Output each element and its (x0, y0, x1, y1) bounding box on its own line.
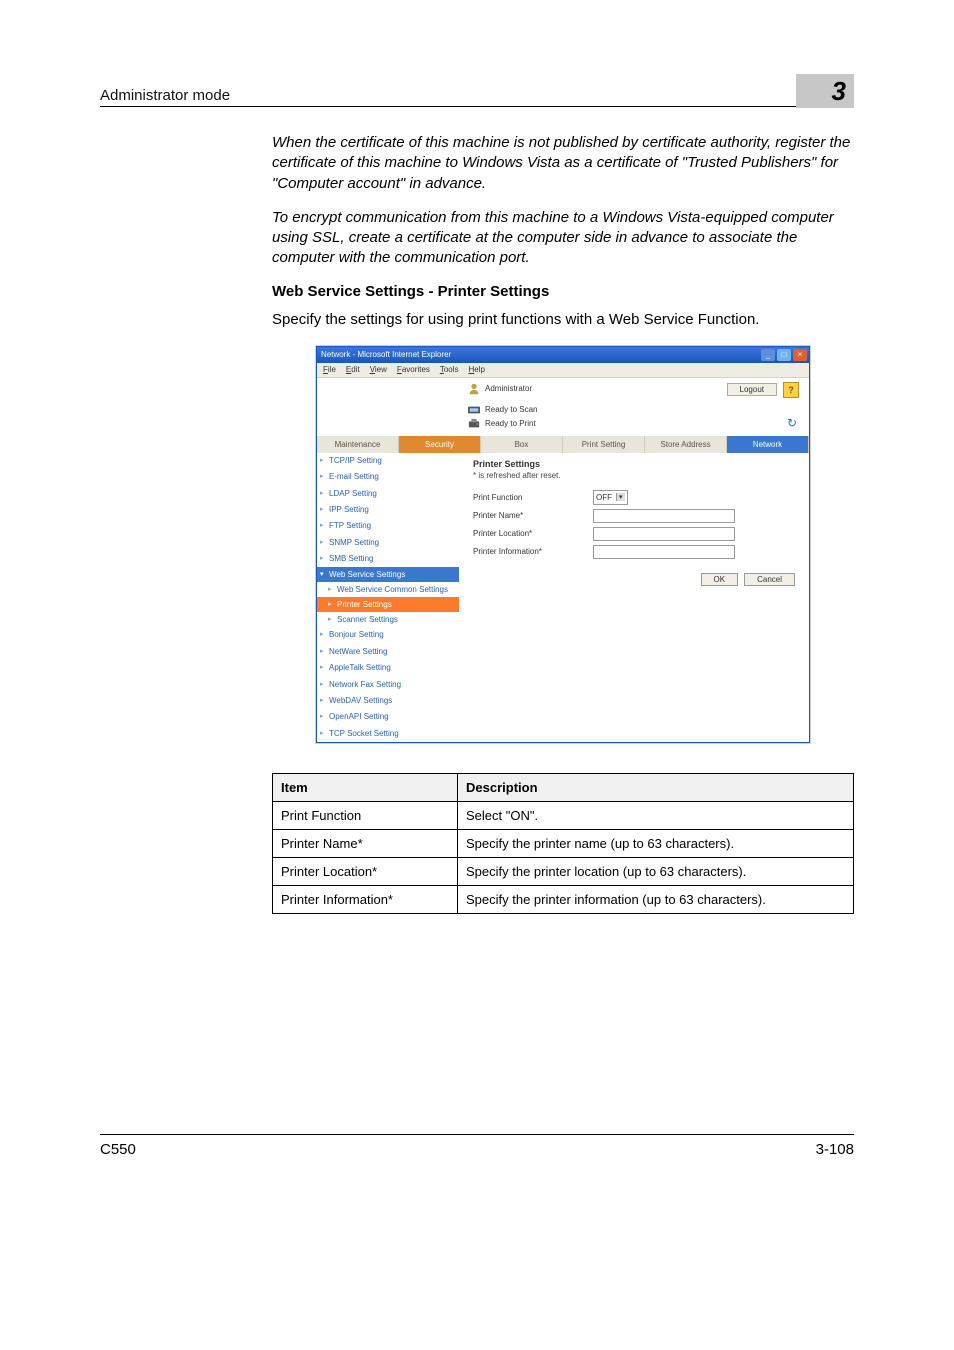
cancel-button[interactable]: Cancel (744, 573, 795, 586)
sidebar-item-webdav[interactable]: WebDAV Settings (317, 693, 459, 709)
sidebar-item-smb[interactable]: SMB Setting (317, 551, 459, 567)
sidebar-item-bonjour[interactable]: Bonjour Setting (317, 627, 459, 643)
sidebar-item-ldap[interactable]: LDAP Setting (317, 486, 459, 502)
menu-edit[interactable]: Edit (346, 365, 360, 374)
menu-view[interactable]: View (370, 365, 387, 374)
page-footer: C550 3-108 (100, 1134, 854, 1158)
admin-icon (467, 382, 481, 396)
tab-bar: Maintenance Security Box Print Setting S… (317, 436, 809, 453)
status-print: Ready to Print (467, 418, 537, 430)
input-printer-location[interactable] (593, 527, 735, 541)
tab-print-setting[interactable]: Print Setting (563, 436, 645, 453)
menu-favorites[interactable]: Favorites (397, 365, 430, 374)
note-paragraph-1: When the certificate of this machine is … (272, 133, 854, 194)
section-heading: Web Service Settings - Printer Settings (272, 283, 854, 300)
footer-page-number: 3-108 (816, 1141, 854, 1158)
table-row: Printer Location* Specify the printer lo… (273, 858, 854, 886)
maximize-icon[interactable]: □ (777, 349, 791, 361)
table-cell-desc: Specify the printer name (up to 63 chara… (458, 830, 854, 858)
sidebar-item-email[interactable]: E-mail Setting (317, 469, 459, 485)
table-cell-item: Printer Name* (273, 830, 458, 858)
table-cell-item: Printer Information* (273, 886, 458, 914)
sidebar-sub-printer[interactable]: Printer Settings (317, 597, 459, 612)
status-scan: Ready to Scan (467, 404, 537, 416)
table-cell-item: Printer Location* (273, 858, 458, 886)
menu-help[interactable]: Help (469, 365, 485, 374)
content-pane: Printer Settings * is refreshed after re… (459, 453, 809, 742)
sidebar-item-snmp[interactable]: SNMP Setting (317, 535, 459, 551)
administrator-label: Administrator (467, 382, 532, 396)
tab-maintenance[interactable]: Maintenance (317, 436, 399, 453)
chevron-down-icon: ▾ (616, 493, 625, 501)
label-print-function: Print Function (473, 493, 593, 502)
window-titlebar: Network - Microsoft Internet Explorer _ … (317, 347, 809, 363)
note-paragraph-2: To encrypt communication from this machi… (272, 208, 854, 269)
footer-model: C550 (100, 1141, 136, 1158)
printer-icon (467, 418, 481, 430)
logout-button[interactable]: Logout (727, 383, 777, 396)
content-note: * is refreshed after reset. (473, 471, 795, 480)
input-printer-information[interactable] (593, 545, 735, 559)
sidebar-item-openapi[interactable]: OpenAPI Setting (317, 709, 459, 725)
help-icon[interactable]: ? (783, 382, 799, 398)
sidebar-item-tcpsocket[interactable]: TCP Socket Setting (317, 726, 459, 742)
chapter-number-badge: 3 (796, 74, 854, 108)
tab-store-address[interactable]: Store Address (645, 436, 727, 453)
sidebar: TCP/IP Setting E-mail Setting LDAP Setti… (317, 453, 459, 742)
ok-button[interactable]: OK (701, 573, 739, 586)
sidebar-item-ipp[interactable]: IPP Setting (317, 502, 459, 518)
menu-file[interactable]: File (323, 365, 336, 374)
table-cell-desc: Specify the printer location (up to 63 c… (458, 858, 854, 886)
label-printer-location: Printer Location* (473, 529, 593, 538)
table-head-description: Description (458, 774, 854, 802)
sidebar-group-web-service[interactable]: Web Service Settings (317, 567, 459, 582)
table-row: Printer Name* Specify the printer name (… (273, 830, 854, 858)
sidebar-item-tcpip[interactable]: TCP/IP Setting (317, 453, 459, 469)
sidebar-item-appletalk[interactable]: AppleTalk Setting (317, 660, 459, 676)
content-title: Printer Settings (473, 459, 795, 469)
sidebar-item-netware[interactable]: NetWare Setting (317, 644, 459, 660)
table-cell-desc: Specify the printer information (up to 6… (458, 886, 854, 914)
label-printer-information: Printer Information* (473, 547, 593, 556)
close-icon[interactable]: × (793, 349, 807, 361)
label-printer-name: Printer Name* (473, 511, 593, 520)
input-printer-name[interactable] (593, 509, 735, 523)
sidebar-item-ftp[interactable]: FTP Setting (317, 518, 459, 534)
page-header: Administrator mode 3 (100, 70, 854, 107)
tab-box[interactable]: Box (481, 436, 563, 453)
description-table: Item Description Print Function Select "… (272, 773, 854, 914)
intro-paragraph: Specify the settings for using print fun… (272, 310, 854, 330)
menu-bar: File Edit View Favorites Tools Help (317, 363, 809, 378)
table-head-item: Item (273, 774, 458, 802)
table-row: Print Function Select "ON". (273, 802, 854, 830)
embedded-screenshot: Network - Microsoft Internet Explorer _ … (316, 346, 810, 743)
tab-network[interactable]: Network (727, 436, 809, 453)
menu-tools[interactable]: Tools (440, 365, 459, 374)
sidebar-sub-scanner[interactable]: Scanner Settings (317, 612, 459, 627)
table-row: Printer Information* Specify the printer… (273, 886, 854, 914)
minimize-icon[interactable]: _ (761, 349, 775, 361)
window-title: Network - Microsoft Internet Explorer (321, 350, 451, 359)
refresh-icon[interactable]: ↻ (785, 416, 799, 430)
tab-security[interactable]: Security (399, 436, 481, 453)
scanner-icon (467, 404, 481, 416)
sidebar-sub-common[interactable]: Web Service Common Settings (317, 582, 459, 597)
table-cell-item: Print Function (273, 802, 458, 830)
table-cell-desc: Select "ON". (458, 802, 854, 830)
sidebar-item-networkfax[interactable]: Network Fax Setting (317, 677, 459, 693)
select-print-function[interactable]: OFF ▾ (593, 490, 628, 505)
section-title: Administrator mode (100, 87, 230, 104)
